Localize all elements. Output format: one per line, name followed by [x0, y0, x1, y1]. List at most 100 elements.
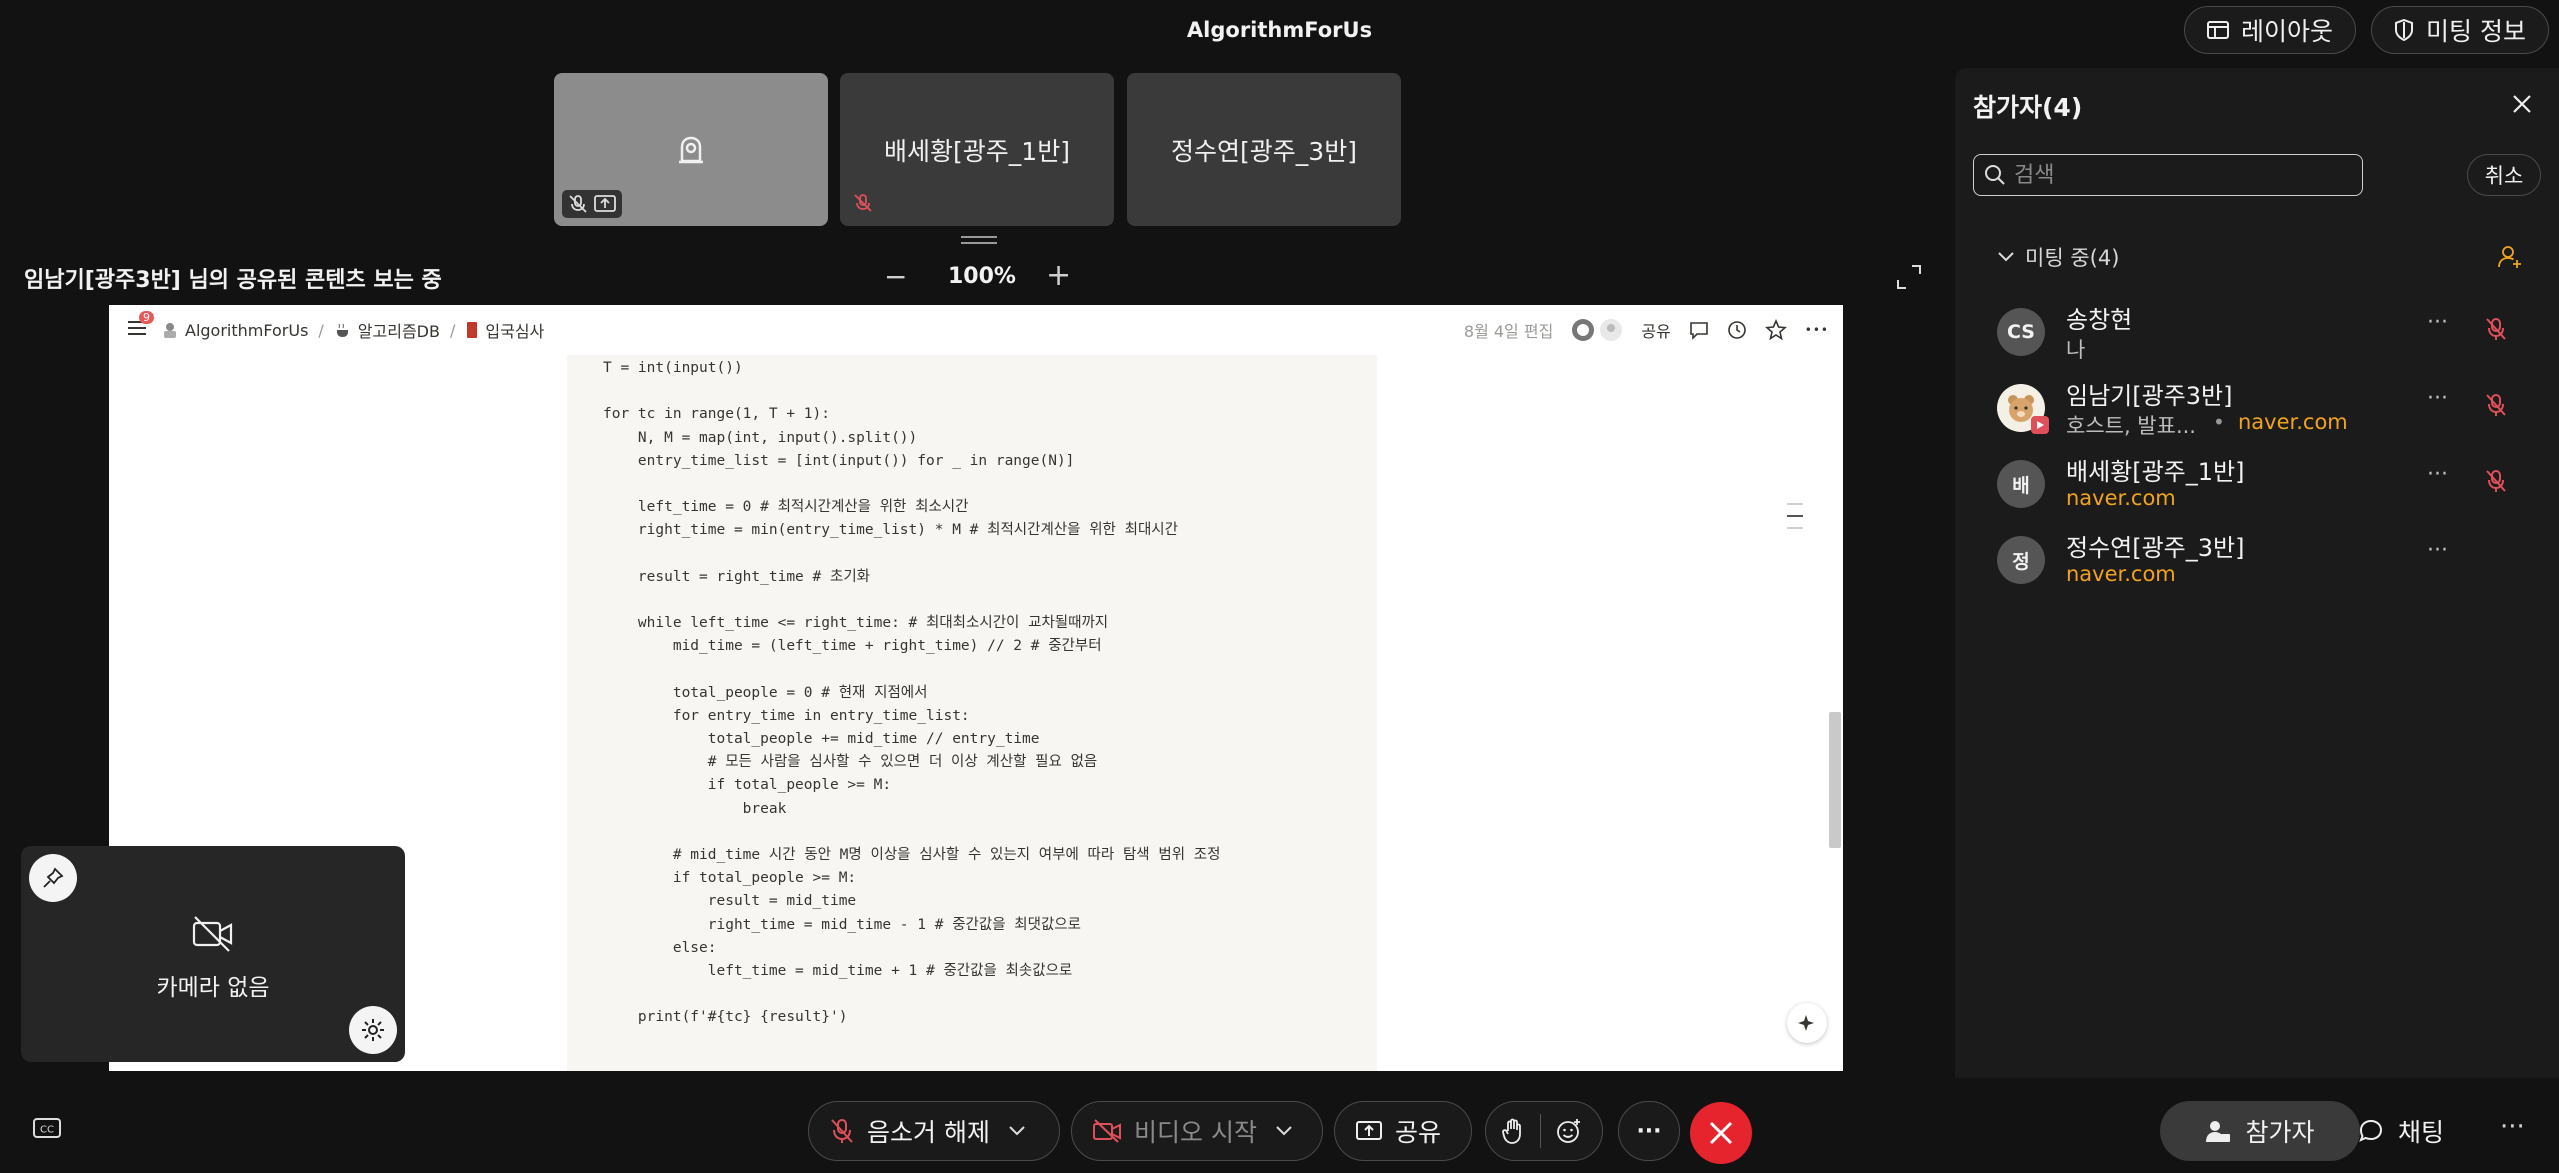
code-line: result = right_time # 초기화	[603, 568, 870, 585]
code-line: for entry_time in entry_time_list:	[603, 707, 970, 724]
star-icon[interactable]	[1764, 319, 1787, 341]
code-line: if total_people >= M:	[603, 870, 857, 887]
expand-icon[interactable]	[1896, 264, 1922, 290]
notion-topbar: 9 AlgorithmForUs / 알고리즘DB / 입국심사 8월 4일 편…	[109, 305, 1843, 355]
comment-icon[interactable]	[1689, 320, 1709, 340]
group-label: 미팅 중(4)	[2025, 246, 2120, 270]
ai-assistant-button[interactable]	[1787, 1003, 1827, 1043]
invite-participant-icon[interactable]	[2497, 244, 2523, 270]
participant-role: 나	[2066, 338, 2086, 362]
code-line: left_time = 0 # 최적시간계산을 위한 최소시간	[603, 499, 969, 516]
unmute-button[interactable]: 음소거 해제	[808, 1101, 1060, 1161]
camera-off-icon	[1093, 1119, 1121, 1143]
participant-row[interactable]: 정 정수연[광주_3반] naver.com ···	[1997, 528, 2537, 594]
cancel-button[interactable]: 취소	[2467, 154, 2541, 196]
code-line: total_people = 0 # 현재 지점에서	[603, 684, 928, 701]
breadcrumb-item[interactable]: AlgorithmForUs	[161, 321, 308, 340]
share-link[interactable]: 공유	[1641, 318, 1670, 342]
mic-muted-icon	[569, 195, 587, 213]
table-of-contents[interactable]	[1787, 503, 1803, 529]
gear-icon	[362, 1019, 384, 1041]
share-button[interactable]: 공유	[1334, 1101, 1472, 1161]
coffee-icon	[336, 323, 348, 337]
avatar	[1600, 319, 1623, 341]
video-tile-participant[interactable]: 배세황[광주_1반]	[840, 73, 1114, 226]
search-input[interactable]	[2014, 162, 2344, 188]
code-line: break	[603, 800, 787, 817]
more-options-button[interactable]: ···	[2500, 1112, 2525, 1142]
resize-handle[interactable]	[961, 236, 997, 238]
meeting-info-button[interactable]: 미팅 정보	[2371, 6, 2549, 54]
chevron-down-icon[interactable]	[1008, 1125, 1026, 1137]
participant-name: 임남기[광주3반]	[2066, 382, 2233, 410]
video-tile-participant[interactable]: 정수연[광주_3반]	[1127, 73, 1401, 226]
participant-more-button[interactable]: ···	[2427, 310, 2448, 335]
leave-meeting-button[interactable]	[1690, 1102, 1752, 1164]
notion-actions: 8월 4일 편집 공유 •••	[1464, 305, 1829, 355]
group-header[interactable]: 미팅 중(4)	[1997, 242, 2119, 272]
participant-name: 송창현	[2066, 306, 2133, 334]
participant-row[interactable]: 임남기[광주3반] 호스트, 발표... • naver.com ···	[1997, 376, 2537, 442]
share-status-label: 임남기[광주3반] 님의 공유된 콘텐츠 보는 중	[24, 268, 442, 293]
toolbar-divider	[1540, 1114, 1541, 1148]
video-tile-presenter[interactable]	[554, 73, 828, 226]
zoom-level: 100%	[948, 264, 1016, 289]
zoom-out-button[interactable]: −	[884, 260, 907, 293]
screen-share-icon	[594, 195, 616, 212]
participants-tab[interactable]: 참가자	[2160, 1101, 2360, 1161]
scrollbar[interactable]	[1829, 712, 1841, 848]
mic-muted-icon	[2486, 318, 2506, 340]
menu-button[interactable]: 9	[127, 311, 154, 341]
close-icon[interactable]	[2510, 92, 2534, 116]
participant-more-button[interactable]: ···	[2427, 462, 2448, 487]
meeting-info-label: 미팅 정보	[2426, 17, 2526, 46]
chevron-down-icon[interactable]	[1275, 1125, 1293, 1137]
breadcrumb-item[interactable]: 알고리즘DB	[334, 318, 440, 342]
raise-hand-icon[interactable]	[1500, 1117, 1526, 1145]
notification-badge: 9	[139, 311, 154, 324]
resize-handle[interactable]	[961, 242, 997, 244]
edited-label: 8월 4일 편집	[1463, 322, 1554, 341]
avatar: 배	[1997, 460, 2045, 508]
pin-button[interactable]	[29, 854, 77, 902]
clock-icon[interactable]	[1727, 320, 1747, 340]
participant-more-button[interactable]: ···	[2427, 386, 2448, 411]
shield-icon	[2395, 19, 2413, 41]
layout-button[interactable]: 레이아웃	[2184, 6, 2357, 54]
participant-row[interactable]: 배 배세황[광주_1반] naver.com ···	[1997, 452, 2537, 518]
panel-title: 참가자(4)	[1973, 93, 2083, 122]
search-field[interactable]	[1973, 154, 2363, 196]
breadcrumb-separator: /	[449, 320, 456, 340]
code-line: right_time = mid_time - 1 # 중간값을 최댓값으로	[603, 916, 1081, 933]
settings-button[interactable]	[349, 1006, 397, 1054]
participant-more-button[interactable]: ···	[2427, 538, 2448, 563]
start-video-button[interactable]: 비디오 시작	[1071, 1101, 1323, 1161]
meeting-title: AlgorithmForUs	[1186, 18, 1373, 42]
chat-tab[interactable]: 채팅	[2358, 1101, 2444, 1161]
mic-muted-icon	[831, 1119, 853, 1143]
code-line: result = mid_time	[603, 893, 857, 910]
participant-row[interactable]: CS 송창현 나 ···	[1997, 300, 2537, 366]
camera-off-icon	[192, 916, 233, 952]
chevron-down-icon	[1998, 252, 2014, 262]
mic-muted-icon	[854, 194, 872, 212]
breadcrumb-label: 알고리즘DB	[357, 322, 440, 341]
participant-org: naver.com	[2238, 410, 2348, 434]
code-line: else:	[603, 939, 717, 956]
captions-icon[interactable]: CC	[32, 1116, 62, 1140]
zoom-in-button[interactable]: +	[1046, 258, 1071, 293]
emoji-reaction-icon[interactable]	[1555, 1117, 1583, 1145]
participant-role: 호스트, 발표...	[2066, 414, 2196, 438]
tile-name: 배세황[광주_1반]	[884, 136, 1070, 166]
more-button[interactable]: ···	[1618, 1101, 1680, 1161]
mic-muted-icon	[2486, 394, 2506, 416]
pin-icon	[43, 867, 64, 888]
participant-org: naver.com	[2066, 486, 2176, 510]
more-label: ···	[1636, 1118, 1662, 1144]
more-options-button[interactable]: •••	[1805, 323, 1829, 337]
breadcrumb-item[interactable]: 입국심사	[465, 318, 544, 342]
